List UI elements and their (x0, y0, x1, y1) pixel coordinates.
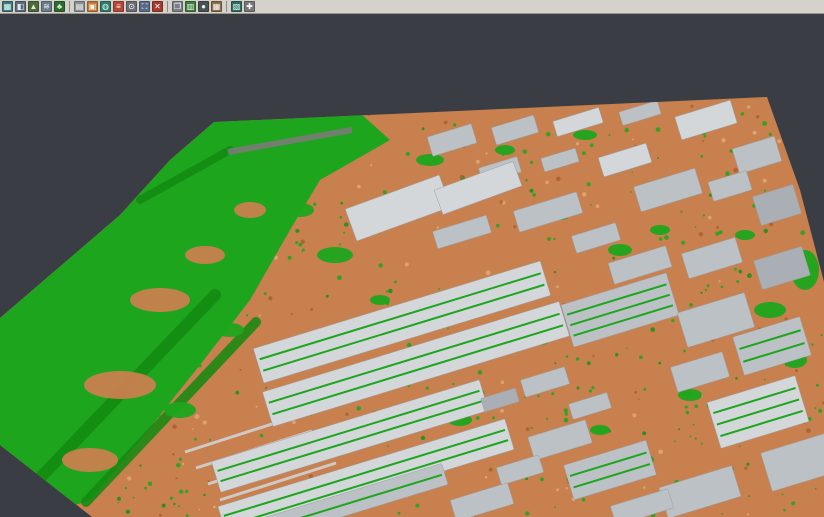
grid-view-icon[interactable]: ▦ (2, 1, 13, 12)
scene-3d-pointcloud[interactable] (0, 0, 824, 517)
target-icon[interactable]: ⊙ (126, 1, 137, 12)
point-cloud-icon[interactable]: ● (198, 1, 209, 12)
close-tool-icon[interactable]: ✕ (152, 1, 163, 12)
terrain-icon[interactable]: ▲ (28, 1, 39, 12)
orthophoto-icon[interactable]: ▣ (87, 1, 98, 12)
dem-grid-icon[interactable]: ▥ (185, 1, 196, 12)
globe-icon[interactable]: ◍ (100, 1, 111, 12)
contour-icon[interactable]: ≋ (41, 1, 52, 12)
mesh-icon[interactable]: ▧ (231, 1, 242, 12)
toolbar: ▦◧▲≋♣▤▣◍≡⊙⛶✕❐▥●▦▧✚ (0, 0, 824, 14)
viewport[interactable] (0, 0, 824, 517)
application-window: ▦◧▲≋♣▤▣◍≡⊙⛶✕❐▥●▦▧✚ (0, 0, 824, 517)
toolbar-separator (167, 1, 168, 12)
layers-icon[interactable]: ▤ (74, 1, 85, 12)
toolbar-separator (226, 1, 227, 12)
fullscreen-icon[interactable]: ⛶ (139, 1, 150, 12)
texture-icon[interactable]: ▦ (211, 1, 222, 12)
classification-icon[interactable]: ≡ (113, 1, 124, 12)
split-view-icon[interactable]: ◧ (15, 1, 26, 12)
terrain-mesh (0, 0, 824, 517)
vegetation-icon[interactable]: ♣ (54, 1, 65, 12)
copy-view-icon[interactable]: ❐ (172, 1, 183, 12)
toolbar-separator (69, 1, 70, 12)
add-icon[interactable]: ✚ (244, 1, 255, 12)
